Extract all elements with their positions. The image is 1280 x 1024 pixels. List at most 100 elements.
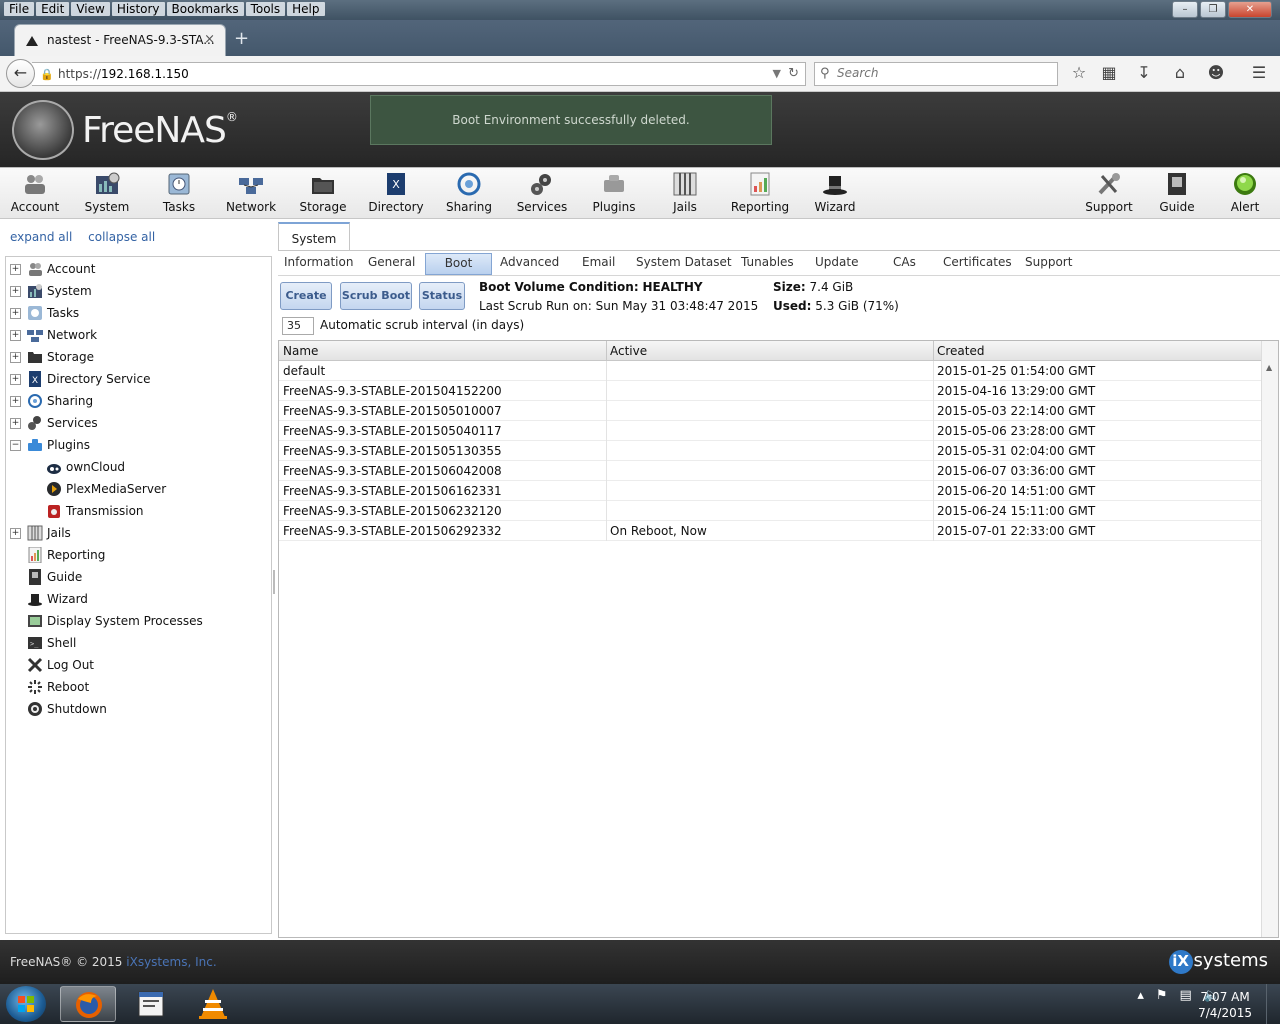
subtab-tunables[interactable]: Tunables <box>741 255 794 269</box>
table-row[interactable]: FreeNAS-9.3-STABLE-201506162331 2015-06-… <box>279 481 1261 501</box>
subtab-email[interactable]: Email <box>582 255 615 269</box>
tree-item-directory-service[interactable]: + X Directory Service <box>6 369 271 391</box>
table-row[interactable]: FreeNAS-9.3-STABLE-201506232120 2015-06-… <box>279 501 1261 521</box>
close-window-button[interactable]: ✕ <box>1228 1 1272 18</box>
collapse-all-link[interactable]: collapse all <box>88 230 155 244</box>
toolbar-plugins-button[interactable]: Plugins <box>579 172 649 218</box>
tree-item-storage[interactable]: + Storage <box>6 347 271 369</box>
expand-toggle-icon[interactable]: + <box>10 264 21 275</box>
status-button[interactable]: Status <box>419 282 465 310</box>
table-scrollbar[interactable]: ▲ <box>1261 341 1278 937</box>
toolbar-system-button[interactable]: System <box>72 172 142 218</box>
tree-item-system[interactable]: + System <box>6 281 271 303</box>
expand-toggle-icon[interactable]: + <box>10 352 21 363</box>
expand-toggle-icon[interactable]: + <box>10 308 21 319</box>
tree-item-services[interactable]: + Services <box>6 413 271 435</box>
toolbar-directory-button[interactable]: X Directory <box>361 172 431 218</box>
tree-item-network[interactable]: + Network <box>6 325 271 347</box>
toolbar-network-button[interactable]: Network <box>216 172 286 218</box>
expand-toggle-icon[interactable]: + <box>10 286 21 297</box>
table-row[interactable]: FreeNAS-9.3-STABLE-201506292332 On Reboo… <box>279 521 1261 541</box>
hamburger-menu-icon[interactable]: ☰ <box>1248 63 1270 82</box>
ixsystems-link[interactable]: iXsystems, Inc. <box>126 955 216 969</box>
tree-item-plexmediaserver[interactable]: PlexMediaServer <box>6 479 271 501</box>
table-row[interactable]: FreeNAS-9.3-STABLE-201506042008 2015-06-… <box>279 461 1261 481</box>
menu-history[interactable]: History <box>111 2 165 16</box>
taskbar-firefox[interactable] <box>60 986 116 1022</box>
expand-all-link[interactable]: expand all <box>10 230 72 244</box>
subtab-information[interactable]: Information <box>284 255 353 269</box>
tab-close-icon[interactable]: × <box>204 32 215 47</box>
tray-windows-flag-icon[interactable]: ⚑ <box>1156 988 1168 1003</box>
toolbar-account-button[interactable]: Account <box>0 172 70 218</box>
reload-icon[interactable]: ↻ <box>788 66 799 81</box>
menu-view[interactable]: View <box>71 2 110 16</box>
subtab-cas[interactable]: CAs <box>893 255 916 269</box>
tree-item-reboot[interactable]: Reboot <box>6 677 271 699</box>
table-row[interactable]: default 2015-01-25 01:54:00 GMT <box>279 361 1261 381</box>
tree-item-account[interactable]: + Account <box>6 259 271 281</box>
new-tab-button[interactable]: + <box>234 28 249 49</box>
tab-system[interactable]: System <box>278 222 350 250</box>
column-created-header[interactable]: Created <box>937 344 985 358</box>
table-row[interactable]: FreeNAS-9.3-STABLE-201505130355 2015-05-… <box>279 441 1261 461</box>
toolbar-sharing-button[interactable]: Sharing <box>434 172 504 218</box>
expand-toggle-icon[interactable]: + <box>10 396 21 407</box>
toolbar-storage-button[interactable]: Storage <box>288 172 358 218</box>
subtab-system-dataset[interactable]: System Dataset <box>636 255 732 269</box>
show-desktop-button[interactable] <box>1266 984 1280 1024</box>
menu-file[interactable]: File <box>4 2 35 16</box>
expand-toggle-icon[interactable]: + <box>10 330 21 341</box>
tree-item-display-system-processes[interactable]: Display System Processes <box>6 611 271 633</box>
expand-toggle-icon[interactable]: + <box>10 374 21 385</box>
tree-item-wizard[interactable]: Wizard <box>6 589 271 611</box>
expand-toggle-icon[interactable]: + <box>10 418 21 429</box>
toolbar-jails-button[interactable]: Jails <box>650 172 720 218</box>
tree-item-sharing[interactable]: + Sharing <box>6 391 271 413</box>
freenas-logo[interactable]: FreeNAS® <box>12 100 242 160</box>
toolbar-alert-button[interactable]: Alert <box>1210 172 1280 218</box>
home-icon[interactable]: ⌂ <box>1169 63 1191 82</box>
search-input[interactable] <box>837 66 1037 80</box>
menu-edit[interactable]: Edit <box>36 2 70 16</box>
scrub-interval-input[interactable]: 35 <box>282 317 314 335</box>
tree-item-shell[interactable]: >_ Shell <box>6 633 271 655</box>
subtab-update[interactable]: Update <box>815 255 858 269</box>
tree-item-shutdown[interactable]: Shutdown <box>6 699 271 721</box>
tray-expand-icon[interactable]: ▴ <box>1137 988 1144 1003</box>
toolbar-wizard-button[interactable]: Wizard <box>800 172 870 218</box>
menu-help[interactable]: Help <box>287 2 325 16</box>
back-button[interactable]: ← <box>6 59 35 88</box>
taskbar-app-window[interactable] <box>123 986 179 1022</box>
subtab-boot[interactable]: Boot <box>425 253 492 275</box>
taskbar-clock[interactable]: 7:07 AM 7/4/2015 <box>1198 989 1252 1021</box>
url-bar[interactable]: 🔒 https://192.168.1.150 ▼ ↻ <box>32 62 806 86</box>
toolbar-services-button[interactable]: Services <box>507 172 577 218</box>
table-row[interactable]: FreeNAS-9.3-STABLE-201505040117 2015-05-… <box>279 421 1261 441</box>
toolbar-guide-button[interactable]: Guide <box>1142 172 1212 218</box>
minimize-button[interactable]: – <box>1172 1 1198 18</box>
tree-item-log-out[interactable]: Log Out <box>6 655 271 677</box>
table-row[interactable]: FreeNAS-9.3-STABLE-201505010007 2015-05-… <box>279 401 1261 421</box>
restore-button[interactable]: ❐ <box>1200 1 1226 18</box>
chat-icon[interactable]: ☻ <box>1205 63 1227 82</box>
create-button[interactable]: Create <box>280 282 332 310</box>
panel-splitter[interactable] <box>273 570 275 594</box>
table-row[interactable]: FreeNAS-9.3-STABLE-201504152200 2015-04-… <box>279 381 1261 401</box>
tree-item-transmission[interactable]: Transmission <box>6 501 271 523</box>
tree-item-plugins[interactable]: − Plugins <box>6 435 271 457</box>
subtab-support[interactable]: Support <box>1025 255 1072 269</box>
tray-network-icon[interactable]: ▤ <box>1180 988 1192 1003</box>
taskbar-vlc[interactable] <box>185 986 241 1022</box>
dropdown-arrow-icon[interactable]: ▼ <box>773 67 781 80</box>
subtab-advanced[interactable]: Advanced <box>500 255 559 269</box>
download-icon[interactable]: ↧ <box>1133 63 1155 82</box>
bookmark-star-icon[interactable]: ☆ <box>1068 63 1090 82</box>
toolbar-reporting-button[interactable]: Reporting <box>725 172 795 218</box>
menu-bookmarks[interactable]: Bookmarks <box>166 2 244 16</box>
collapse-toggle-icon[interactable]: − <box>10 440 21 451</box>
subtab-general[interactable]: General <box>368 255 415 269</box>
tree-item-reporting[interactable]: Reporting <box>6 545 271 567</box>
start-button[interactable] <box>6 986 46 1022</box>
tree-item-guide[interactable]: Guide <box>6 567 271 589</box>
